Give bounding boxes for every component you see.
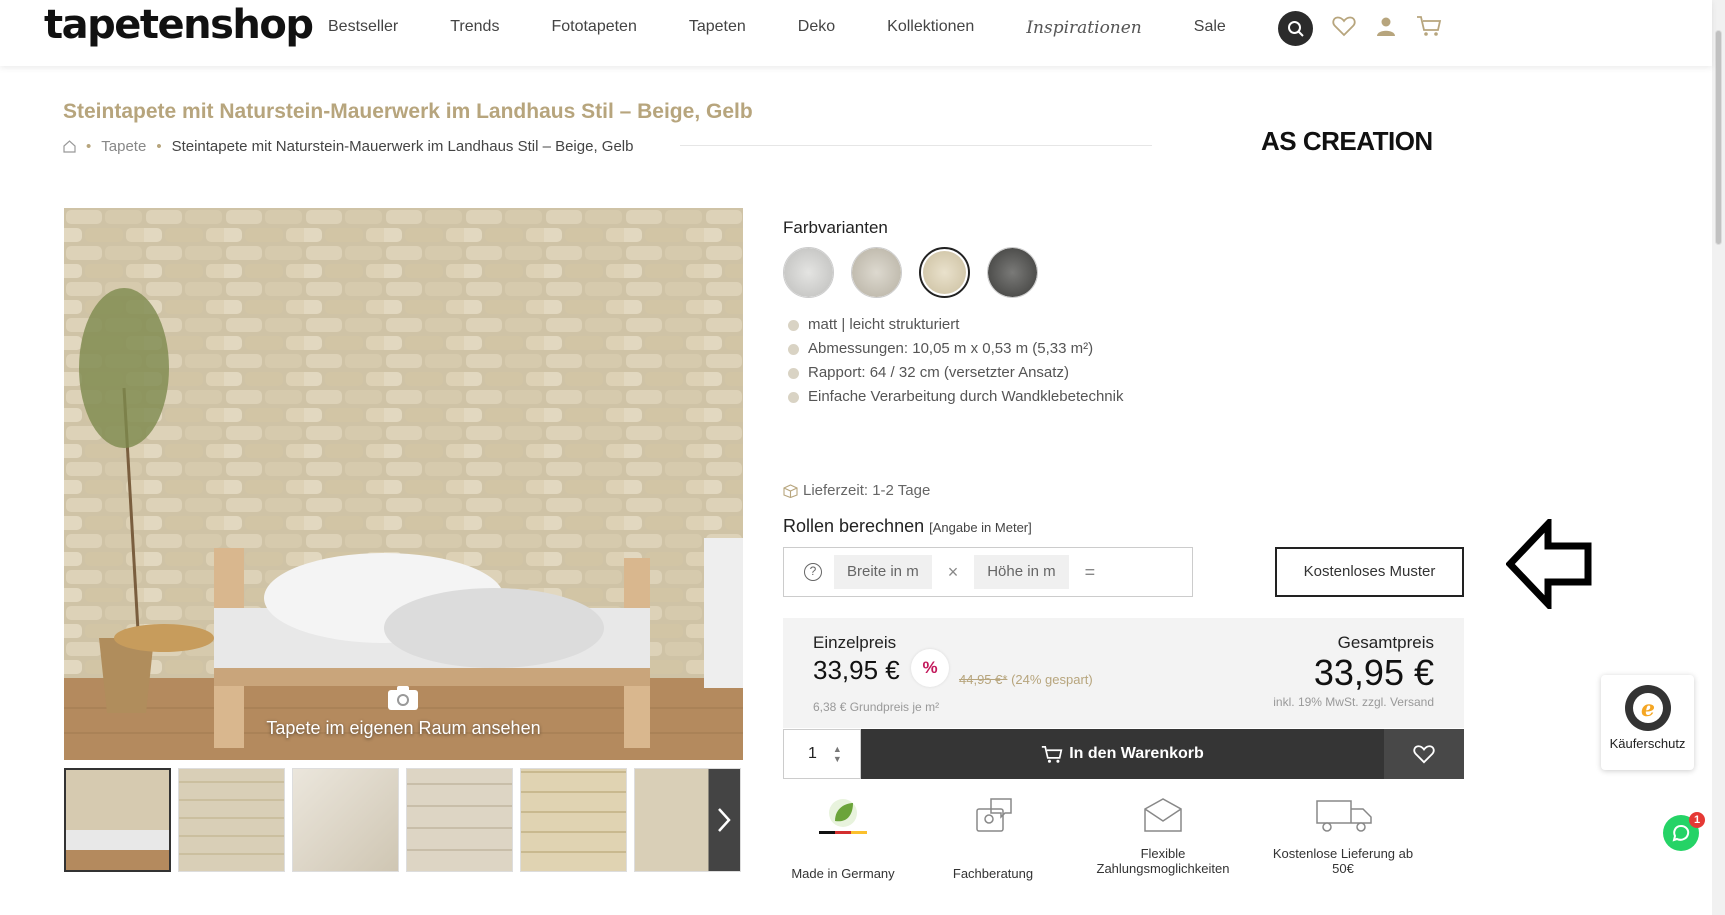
feature-item: Einfache Verarbeitung durch Wandklebetec… <box>808 388 1124 405</box>
feature-item: Rapport: 64 / 32 cm (versetzter Ansatz) <box>808 364 1069 381</box>
site-logo[interactable]: tapetenshop <box>44 2 314 48</box>
product-features: matt | leicht strukturiert Abmessungen: … <box>788 313 1123 409</box>
thumbnail-4[interactable] <box>406 768 513 872</box>
heart-icon[interactable] <box>1332 15 1356 42</box>
swatch-grey-beige[interactable] <box>851 247 902 298</box>
nav-kollektionen[interactable]: Kollektionen <box>887 18 974 38</box>
trusted-shops-badge[interactable]: e Käuferschutz <box>1601 675 1694 770</box>
thumbnail-2[interactable] <box>178 768 285 872</box>
height-input[interactable]: Höhe in m <box>974 555 1069 589</box>
room-preview-link[interactable]: Tapete im eigenen Raum ansehen <box>64 718 743 739</box>
nav-fototapeten[interactable]: Fototapeten <box>551 18 636 38</box>
nav-trends[interactable]: Trends <box>450 18 499 38</box>
unit-price: 33,95 € <box>813 655 900 685</box>
main-nav: Bestseller Trends Fototapeten Tapeten De… <box>328 18 1278 38</box>
feature-item: matt | leicht strukturiert <box>808 316 960 333</box>
package-icon <box>783 483 798 498</box>
search-icon[interactable] <box>1278 11 1313 46</box>
usp-made-in-germany: Made in Germany <box>783 795 903 881</box>
thumbnail-strip <box>64 768 748 872</box>
width-input[interactable]: Breite in m <box>834 555 932 589</box>
thumbnail-1[interactable] <box>64 768 171 872</box>
usp-free-delivery: Kostenlose Lieferung ab 50€ <box>1263 795 1423 881</box>
nav-inspirationen[interactable]: Inspirationen <box>1026 18 1141 38</box>
wishlist-button[interactable] <box>1384 729 1464 779</box>
site-header: tapetenshop Bestseller Trends Fototapete… <box>0 0 1712 66</box>
equals-sign: = <box>1084 561 1096 582</box>
notification-badge: 1 <box>1689 812 1705 828</box>
thumbnail-3[interactable] <box>292 768 399 872</box>
swatch-light-grey[interactable] <box>783 247 834 298</box>
nav-sale[interactable]: Sale <box>1194 18 1226 38</box>
thumbnail-5[interactable] <box>520 768 627 872</box>
envelope-icon <box>1144 798 1182 832</box>
svg-text:e: e <box>1641 696 1655 722</box>
account-icon[interactable] <box>1375 15 1397 42</box>
camera-icon[interactable] <box>387 685 419 716</box>
help-icon[interactable]: ? <box>804 563 822 581</box>
quantity-stepper[interactable]: 1 ▲ ▼ <box>783 729 861 779</box>
discount-badge: % <box>911 649 949 687</box>
heart-icon <box>1413 745 1435 764</box>
cart-icon <box>1042 745 1063 763</box>
trusted-shops-icon: e <box>1624 685 1671 731</box>
tax-note: inkl. 19% MwSt. zzgl. Versand <box>1273 695 1434 709</box>
breadcrumb: • Tapete • Steintapete mit Naturstein-Ma… <box>63 138 633 155</box>
usp-fachberatung: Fachberatung <box>913 795 1073 881</box>
total-price-label: Gesamtpreis <box>1337 633 1434 652</box>
page-scrollbar[interactable] <box>1712 0 1725 915</box>
add-to-cart-button[interactable]: In den Warenkorb <box>861 729 1384 779</box>
leaf-icon <box>819 799 867 834</box>
home-icon[interactable] <box>63 140 76 153</box>
nav-deko[interactable]: Deko <box>798 18 835 38</box>
product-main-image[interactable]: Tapete im eigenen Raum ansehen <box>64 208 743 760</box>
cart-icon[interactable] <box>1416 15 1442 42</box>
swatch-beige-selected[interactable] <box>919 247 970 298</box>
color-swatches <box>783 247 1055 298</box>
times-icon: × <box>947 561 959 582</box>
calculator-title: Rollen berechnen [Angabe in Meter] <box>783 516 1032 536</box>
chevron-right-icon[interactable] <box>716 807 732 833</box>
nav-tapeten[interactable]: Tapeten <box>689 18 746 38</box>
product-title: Steintapete mit Naturstein-Mauerwerk im … <box>63 100 753 123</box>
chat-icon <box>976 798 1012 832</box>
nav-bestseller[interactable]: Bestseller <box>328 18 398 38</box>
roll-calculator: ? Breite in m × Höhe in m = <box>783 547 1193 597</box>
brand-logo[interactable]: AS CREATION <box>1261 126 1433 157</box>
truck-icon <box>1316 800 1372 832</box>
total-price: 33,95 € <box>1313 652 1434 693</box>
unit-price-label: Einzelpreis <box>813 633 897 652</box>
swatch-dark-grey[interactable] <box>987 247 1038 298</box>
color-variants-label: Farbvarianten <box>783 218 888 237</box>
breadcrumb-tapete[interactable]: Tapete <box>101 138 146 155</box>
free-sample-button[interactable]: Kostenloses Muster <box>1275 547 1464 597</box>
usp-payment: Flexible Zahlungsmoglichkeiten <box>1083 795 1243 881</box>
base-price: 6,38 € Grundpreis je m² <box>813 700 940 714</box>
cart-row: 1 ▲ ▼ In den Warenkorb <box>783 729 1464 779</box>
price-box: Einzelpreis 33,95 € % 44,95 €* (24% gesp… <box>783 618 1464 728</box>
whatsapp-button[interactable]: 1 <box>1663 812 1705 851</box>
breadcrumb-current: Steintapete mit Naturstein-Mauerwerk im … <box>171 138 634 155</box>
delivery-time: Lieferzeit: 1-2 Tage <box>783 482 930 499</box>
chevron-down-icon[interactable]: ▼ <box>833 754 842 764</box>
thumbnail-6[interactable] <box>634 768 741 872</box>
feature-item: Abmessungen: 10,05 m x 0,53 m (5,33 m²) <box>808 340 1094 357</box>
usp-row: Made in Germany Fachberatung Flexible Za… <box>783 795 1423 881</box>
old-price: 44,95 €* (24% gespart) <box>959 672 1093 687</box>
arrow-left-icon <box>1505 515 1592 614</box>
chevron-up-icon[interactable]: ▲ <box>833 744 842 754</box>
